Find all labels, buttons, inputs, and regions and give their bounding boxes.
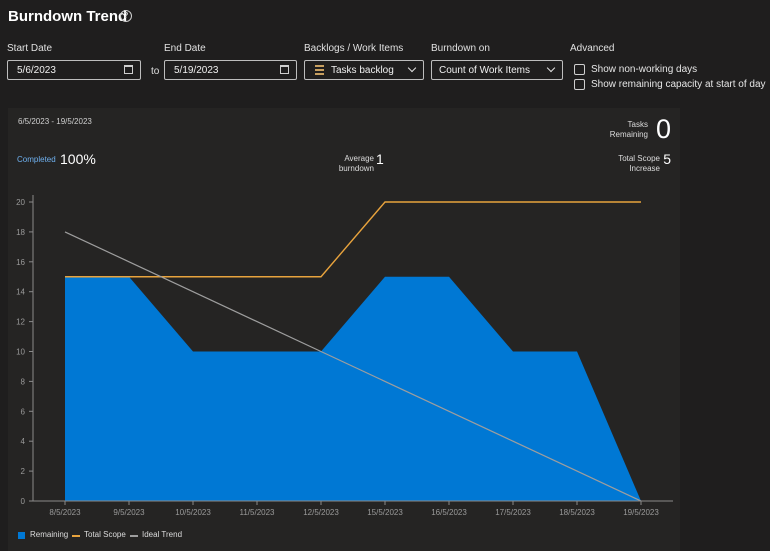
legend-ideal-trend-swatch xyxy=(130,535,138,537)
burndown-on-dropdown[interactable]: Count of Work Items xyxy=(431,60,563,80)
legend-total-scope-label[interactable]: Total Scope xyxy=(84,530,126,539)
non-working-days-label[interactable]: Show non-working days xyxy=(591,64,697,75)
y-tick-label: 14 xyxy=(16,288,25,297)
y-tick-label: 4 xyxy=(21,437,26,446)
x-tick-label: 8/5/2023 xyxy=(49,508,81,517)
x-tick-label: 15/5/2023 xyxy=(367,508,403,517)
x-tick-label: 19/5/2023 xyxy=(623,508,659,517)
end-date-value: 5/19/2023 xyxy=(174,65,219,76)
remaining-area xyxy=(65,276,641,501)
legend-total-scope-swatch xyxy=(72,535,80,537)
x-tick-label: 16/5/2023 xyxy=(431,508,467,517)
x-tick-label: 11/5/2023 xyxy=(240,508,276,517)
legend-remaining-label[interactable]: Remaining xyxy=(30,530,68,539)
x-tick-label: 18/5/2023 xyxy=(559,508,595,517)
start-date-field[interactable]: 5/6/2023 xyxy=(7,60,141,80)
x-tick-label: 17/5/2023 xyxy=(495,508,531,517)
x-tick-label: 10/5/2023 xyxy=(175,508,211,517)
end-date-label: End Date xyxy=(164,43,206,54)
y-tick-label: 18 xyxy=(16,228,25,237)
backlog-icon xyxy=(315,65,324,75)
x-tick-label: 12/5/2023 xyxy=(303,508,339,517)
x-tick-label: 9/5/2023 xyxy=(113,508,145,517)
page-title: Burndown Trend xyxy=(8,8,128,25)
end-date-field[interactable]: 5/19/2023 xyxy=(164,60,297,80)
non-working-days-checkbox[interactable] xyxy=(574,64,585,75)
burndown-on-label: Burndown on xyxy=(431,43,490,54)
y-tick-label: 0 xyxy=(21,497,26,506)
chevron-down-icon xyxy=(546,63,556,73)
help-circle-icon[interactable]: ? xyxy=(120,10,132,22)
calendar-icon[interactable] xyxy=(280,65,289,74)
chevron-down-icon xyxy=(407,63,417,73)
legend-ideal-trend-label[interactable]: Ideal Trend xyxy=(142,530,182,539)
legend-remaining-swatch xyxy=(18,532,25,539)
backlogs-dropdown[interactable]: Tasks backlog xyxy=(304,60,424,80)
y-tick-label: 20 xyxy=(16,198,25,207)
start-date-value: 5/6/2023 xyxy=(17,65,56,76)
start-date-label: Start Date xyxy=(7,43,53,54)
remaining-capacity-checkbox[interactable] xyxy=(574,79,585,90)
y-tick-label: 16 xyxy=(16,258,25,267)
burndown-on-value: Count of Work Items xyxy=(439,65,530,76)
y-tick-label: 8 xyxy=(21,377,26,386)
to-label: to xyxy=(151,66,160,77)
y-tick-label: 6 xyxy=(21,407,26,416)
backlogs-label: Backlogs / Work Items xyxy=(304,43,404,54)
burndown-panel: 6/5/2023 - 19/5/2023 Tasks Remaining 0 C… xyxy=(8,108,680,551)
advanced-label: Advanced xyxy=(570,43,615,54)
remaining-capacity-label[interactable]: Show remaining capacity at start of day xyxy=(591,79,766,90)
burndown-chart: 0 2 4 6 8 10 12 14 16 18 20 8/5/2023 9/5/2023 10/5/20… xyxy=(16,195,673,517)
total-scope-line xyxy=(65,201,641,278)
y-tick-label: 12 xyxy=(16,318,25,327)
calendar-icon[interactable] xyxy=(124,65,133,74)
backlogs-value: Tasks backlog xyxy=(331,65,394,76)
y-tick-label: 10 xyxy=(16,348,25,357)
y-tick-label: 2 xyxy=(21,467,26,476)
